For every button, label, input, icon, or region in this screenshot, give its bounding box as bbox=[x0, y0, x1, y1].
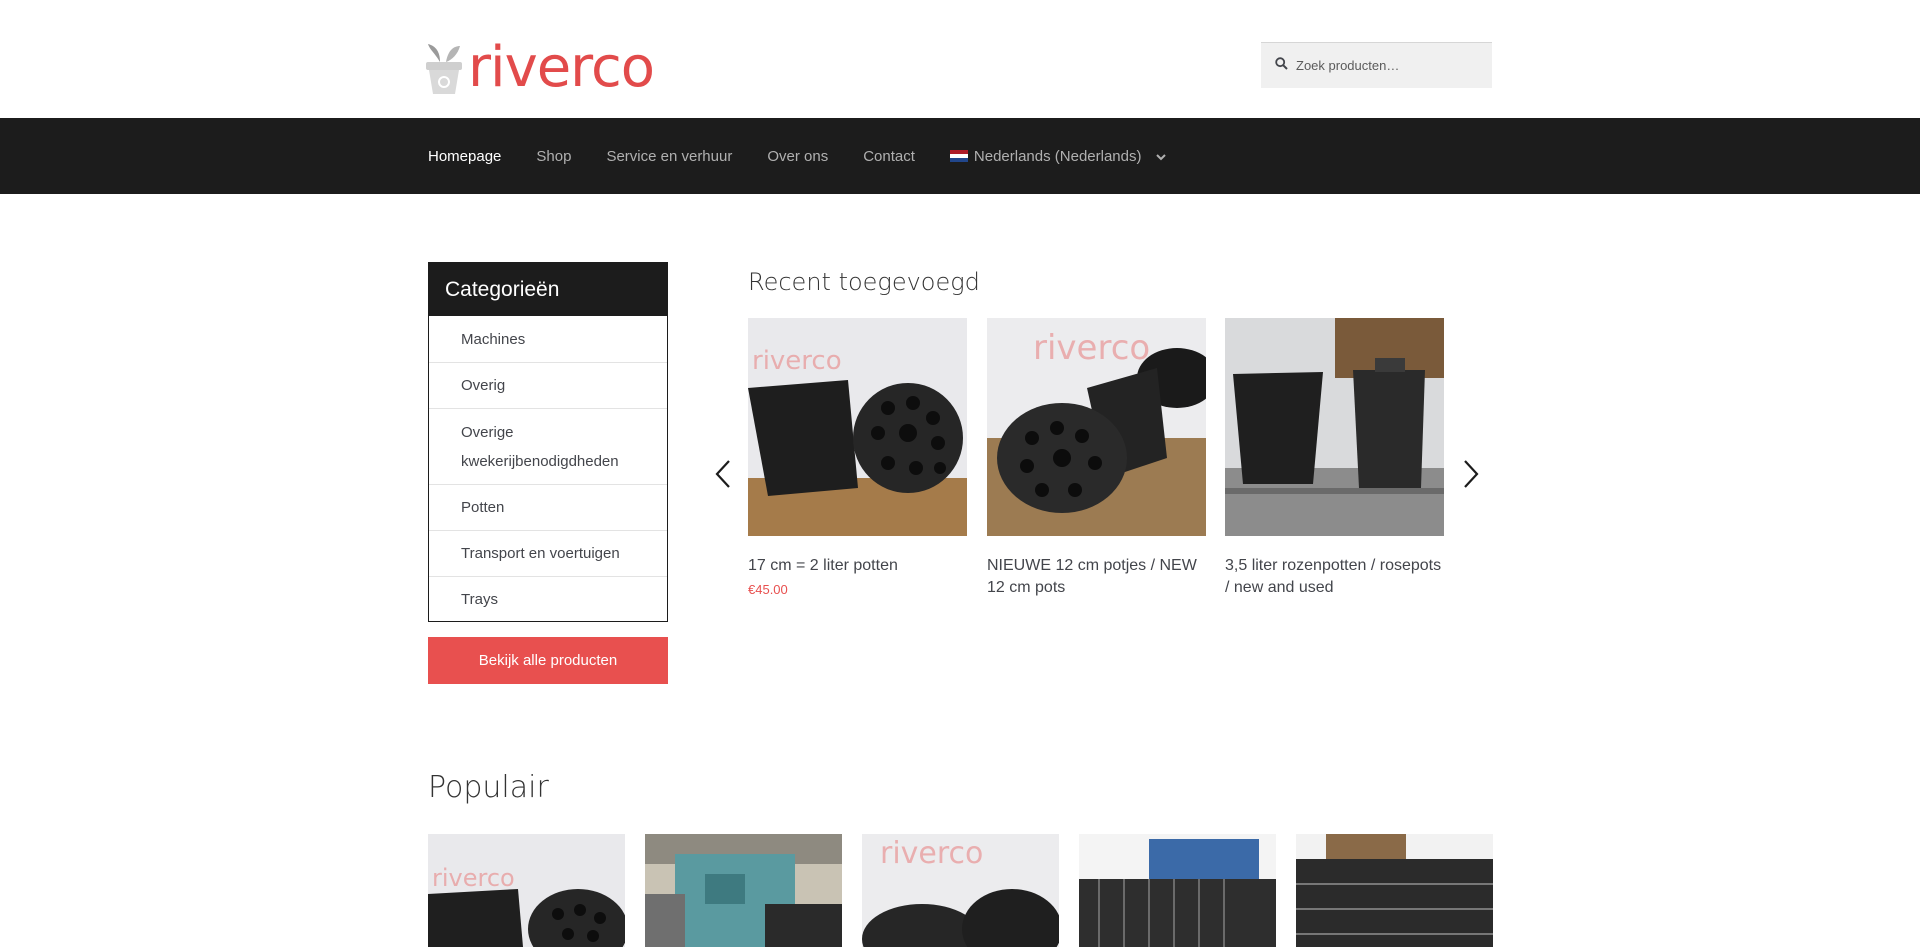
popular-section-title: Populair bbox=[428, 770, 549, 805]
categories-widget: Categorieën Machines Overig Overige kwek… bbox=[428, 262, 668, 622]
popular-product-image[interactable] bbox=[645, 834, 842, 947]
product-name[interactable]: NIEUWE 12 cm potjes / NEW 12 cm pots bbox=[987, 555, 1206, 599]
nav-item-contact[interactable]: Contact bbox=[863, 148, 915, 165]
product-image[interactable] bbox=[1225, 318, 1444, 536]
nav-item-over-ons[interactable]: Over ons bbox=[767, 148, 828, 165]
logo-watermark: riverco bbox=[432, 864, 515, 892]
popular-product-image[interactable]: riverco bbox=[862, 834, 1059, 947]
search-input[interactable] bbox=[1296, 58, 1476, 73]
carousel-next-icon[interactable] bbox=[1459, 458, 1483, 490]
product-card[interactable]: riverco 17 cm = 2 liter potten €45.00 bbox=[748, 318, 967, 597]
category-machines[interactable]: Machines bbox=[429, 316, 667, 362]
product-image[interactable]: riverco bbox=[748, 318, 967, 536]
popular-product-image[interactable] bbox=[1079, 834, 1276, 947]
product-name[interactable]: 3,5 liter rozenpotten / rosepots / new a… bbox=[1225, 555, 1444, 599]
site-logo[interactable]: riverco bbox=[426, 35, 655, 100]
language-label: Nederlands (Nederlands) bbox=[973, 147, 1142, 165]
view-all-products-button[interactable]: Bekijk alle producten bbox=[428, 637, 668, 684]
product-card[interactable]: 3,5 liter rozenpotten / rosepots / new a… bbox=[1225, 318, 1444, 604]
recent-section-title: Recent toegevoegd bbox=[748, 268, 980, 296]
categories-title: Categorieën bbox=[429, 263, 667, 316]
category-transport-en-voertuigen[interactable]: Transport en voertuigen bbox=[429, 530, 667, 576]
search-icon bbox=[1275, 56, 1288, 75]
popular-product-image[interactable]: riverco bbox=[428, 834, 625, 947]
logo-watermark: riverco bbox=[880, 836, 984, 871]
site-header: riverco bbox=[0, 0, 1920, 118]
category-overig[interactable]: Overig bbox=[429, 362, 667, 408]
nav-menu: Homepage Shop Service en verhuur Over on… bbox=[428, 118, 1201, 194]
plant-pot-icon bbox=[426, 40, 462, 96]
product-price: €45.00 bbox=[748, 582, 788, 597]
carousel-prev-icon[interactable] bbox=[711, 458, 735, 490]
category-trays[interactable]: Trays bbox=[429, 576, 667, 621]
category-overige-kwekerijbenodigdheden[interactable]: Overige kwekerijbenodigdheden bbox=[429, 408, 667, 484]
nav-item-shop[interactable]: Shop bbox=[536, 148, 571, 165]
nav-item-service-en-verhuur[interactable]: Service en verhuur bbox=[606, 148, 732, 165]
product-name[interactable]: 17 cm = 2 liter potten bbox=[748, 555, 967, 577]
product-search[interactable] bbox=[1261, 42, 1492, 88]
dutch-flag-icon bbox=[949, 150, 968, 162]
logo-text: riverco bbox=[468, 35, 655, 100]
chevron-down-icon bbox=[1155, 148, 1166, 165]
logo-watermark: riverco bbox=[1033, 328, 1151, 368]
popular-product-image[interactable] bbox=[1296, 834, 1493, 947]
primary-navigation: Homepage Shop Service en verhuur Over on… bbox=[0, 118, 1920, 194]
logo-watermark: riverco bbox=[752, 346, 842, 376]
product-image[interactable]: riverco bbox=[987, 318, 1206, 536]
category-potten[interactable]: Potten bbox=[429, 484, 667, 530]
language-switcher[interactable]: Nederlands (Nederlands) bbox=[949, 147, 1166, 165]
nav-item-homepage[interactable]: Homepage bbox=[428, 148, 501, 165]
product-card[interactable]: riverco NIEUWE 12 cm potjes / NEW 12 cm … bbox=[987, 318, 1206, 604]
